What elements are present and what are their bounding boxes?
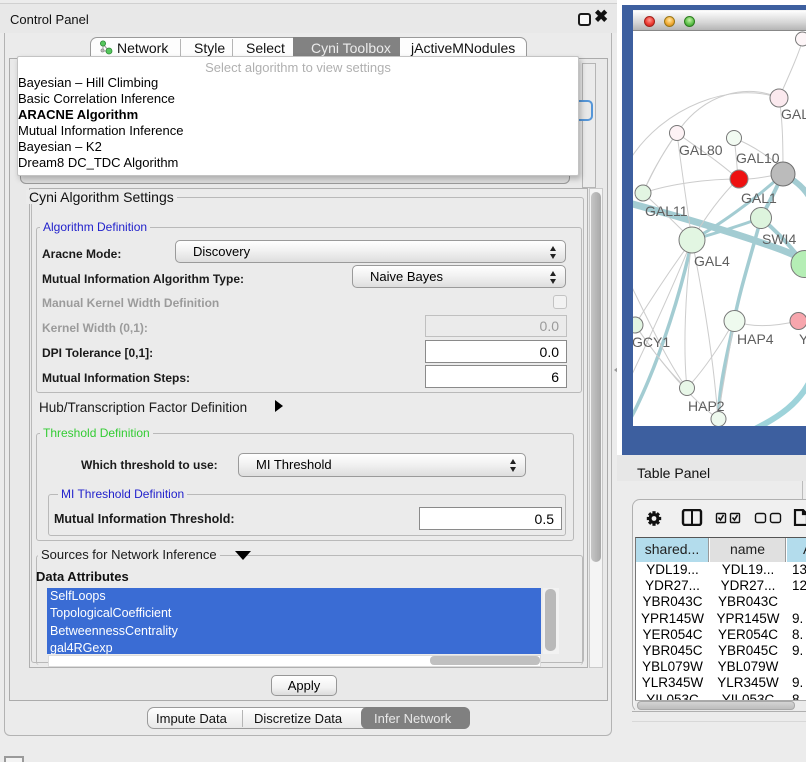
svg-text:HAP2: HAP2 bbox=[688, 398, 725, 414]
svg-text:GAL1: GAL1 bbox=[741, 190, 777, 206]
svg-text:Y: Y bbox=[799, 331, 806, 347]
svg-text:HAP4: HAP4 bbox=[737, 331, 774, 347]
svg-text:GAL4: GAL4 bbox=[694, 253, 730, 269]
svg-text:GAL10: GAL10 bbox=[736, 150, 780, 166]
svg-text:GAL11: GAL11 bbox=[645, 203, 688, 219]
svg-text:SWI4: SWI4 bbox=[762, 231, 796, 247]
svg-text:GAL7: GAL7 bbox=[781, 106, 806, 122]
svg-text:GAL80: GAL80 bbox=[679, 142, 723, 158]
svg-text:GCY1: GCY1 bbox=[633, 334, 670, 350]
